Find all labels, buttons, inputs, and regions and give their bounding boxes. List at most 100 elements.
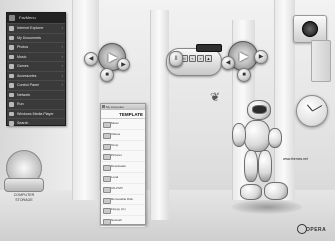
start-menu-item[interactable]: My Documents	[7, 32, 65, 43]
start-menu-item-label: Games	[17, 64, 29, 68]
start-menu-item[interactable]: Windows Media Player	[7, 108, 65, 119]
drive-icon	[103, 175, 111, 182]
explorer-item-label: Removable Disk	[111, 196, 133, 201]
explorer-item-label: Floppy (A:)	[111, 207, 126, 212]
explorer-list-item[interactable]: CD-DVD	[101, 184, 145, 195]
folder-icon	[9, 54, 14, 59]
robot-leg-right	[258, 150, 272, 182]
drive-base	[4, 178, 44, 192]
drive-icon	[103, 186, 111, 193]
drive-icon	[103, 197, 111, 204]
previous-icon: ◀	[225, 60, 231, 66]
pillar-2	[150, 10, 169, 220]
start-menu-item[interactable]: Music ›	[7, 51, 65, 62]
stop-icon: ■	[242, 72, 246, 78]
start-menu-item-label: Run	[17, 102, 24, 106]
drive-icon	[103, 143, 111, 150]
drive-label: COMPUTER STORAGE	[13, 193, 35, 202]
webcam-widget[interactable]	[293, 15, 327, 43]
folder-icon	[9, 73, 14, 78]
media-lcd-display	[196, 44, 222, 52]
butterfly-icon: ❦	[210, 90, 221, 104]
explorer-list-item[interactable]: Local	[101, 173, 145, 184]
left-next-button[interactable]: ▶	[117, 58, 130, 71]
folder-icon	[9, 111, 14, 116]
explorer-title: My Computer	[106, 105, 125, 109]
start-menu-item-label: Music	[17, 54, 27, 59]
explorer-panel[interactable]: My Computer TEMPLATE Music Videos Temp Pict…	[100, 103, 146, 227]
start-menu-item-label: Search	[17, 121, 29, 125]
next-icon: ▶	[121, 61, 126, 68]
explorer-list-item[interactable]: Floppy (A:)	[101, 205, 145, 217]
robot-floor-shadow	[232, 200, 302, 214]
start-menu-item-label: Internet Explorer	[17, 26, 44, 30]
pillar-1	[72, 0, 99, 200]
side-panel-widget[interactable]	[311, 40, 331, 82]
drive-icon	[103, 132, 111, 139]
start-menu-item[interactable]: Network	[7, 89, 65, 100]
start-menu-item-label: Control Panel	[17, 83, 39, 87]
start-menu-item-label: Windows Media Player	[17, 111, 54, 116]
folder-icon	[9, 121, 14, 126]
robot-arm-right	[268, 128, 282, 148]
media-control-row: II « » ▲	[181, 55, 212, 62]
start-menu-header: FavMenu	[7, 13, 65, 23]
explorer-list-item[interactable]: Pictures	[101, 151, 145, 163]
forward-button[interactable]: »	[197, 55, 204, 62]
folder-icon	[9, 26, 14, 31]
chevron-right-icon: ›	[61, 72, 63, 78]
rewind-button[interactable]: «	[189, 55, 196, 62]
start-menu-item-label: Photos	[17, 45, 29, 49]
explorer-list-item[interactable]: Temp	[101, 141, 145, 152]
play-icon: ▶	[239, 49, 249, 63]
start-menu[interactable]: FavMenu Internet Explorer › My Documents Ph…	[6, 12, 66, 126]
start-menu-item[interactable]: Search	[7, 118, 65, 128]
start-menu-item[interactable]: Accessories ›	[7, 70, 65, 81]
chevron-right-icon: ›	[61, 44, 63, 49]
explorer-item-label: CD-DVD	[111, 185, 123, 190]
start-menu-item[interactable]: Run	[7, 99, 65, 109]
start-menu-item[interactable]: Internet Explorer ›	[7, 23, 65, 33]
robot-arm-left	[232, 123, 246, 147]
drive-icon	[103, 208, 111, 215]
chevron-right-icon: ›	[61, 63, 63, 68]
center-left-button[interactable]: II	[169, 51, 183, 67]
start-menu-item[interactable]: Photos ›	[7, 42, 65, 52]
start-menu-item-label: Accessories	[17, 73, 37, 78]
start-menu-title: FavMenu	[19, 15, 36, 20]
left-stop-button[interactable]: ■	[100, 68, 114, 82]
explorer-header: TEMPLATE	[101, 110, 145, 119]
right-stop-button[interactable]: ■	[237, 68, 251, 82]
chevron-right-icon: ›	[61, 53, 63, 59]
explorer-item-label: Downloads	[111, 164, 126, 169]
next-icon: ▶	[258, 54, 264, 60]
previous-icon: ◀	[88, 56, 94, 62]
webcam-icon	[302, 21, 318, 37]
drive-icon	[103, 122, 111, 128]
eject-button[interactable]: ▲	[205, 55, 212, 62]
drive-icon	[103, 219, 111, 226]
drive-icon	[103, 165, 111, 172]
robot-foot-left	[240, 184, 262, 200]
folder-icon	[9, 35, 14, 40]
explorer-item-label: Temp	[111, 142, 119, 147]
start-menu-item[interactable]: Games ›	[7, 61, 65, 71]
right-prev-button[interactable]: ◀	[221, 56, 235, 70]
folder-icon	[9, 102, 14, 107]
start-menu-item-label: My Documents	[17, 35, 41, 40]
robot-leg-left	[244, 150, 258, 182]
explorer-list-item[interactable]: Music	[101, 119, 145, 130]
right-next-button[interactable]: ▶	[254, 50, 268, 64]
robot-visor	[252, 105, 267, 114]
explorer-list-item[interactable]: Removable Disk	[101, 195, 145, 206]
explorer-list-item[interactable]: Downloads	[101, 162, 145, 173]
explorer-list-item[interactable]: Network	[101, 216, 145, 227]
start-menu-list: Internet Explorer › My Documents Photos › Mus…	[7, 23, 65, 128]
folder-icon	[9, 45, 14, 50]
explorer-list-item[interactable]: Videos	[101, 130, 145, 141]
explorer-item-label: Pictures	[111, 153, 122, 158]
start-menu-item[interactable]: Control Panel ›	[7, 80, 65, 90]
explorer-titlebar[interactable]: My Computer	[101, 104, 145, 110]
left-prev-button[interactable]: ◀	[84, 52, 98, 66]
clock-minute-hand	[311, 105, 322, 112]
